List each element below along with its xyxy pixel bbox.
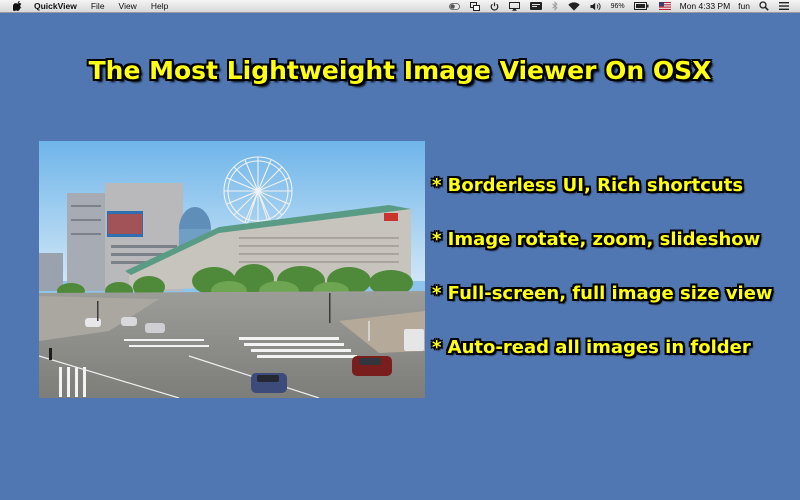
feature-item-rotate-zoom: * Image rotate, zoom, slideshow	[432, 229, 761, 250]
battery-percent: 96%	[610, 2, 625, 10]
flag-icon[interactable]	[658, 0, 671, 13]
menu-bar-left: QuickView File View Help	[0, 0, 182, 13]
list-icon[interactable]	[779, 0, 789, 13]
feature-item-auto-read: * Auto-read all images in folder	[432, 337, 751, 358]
help-menu[interactable]: Help	[151, 0, 168, 13]
power-icon[interactable]	[490, 0, 499, 13]
file-menu[interactable]: File	[91, 0, 105, 13]
feature-item-borderless: * Borderless UI, Rich shortcuts	[432, 175, 744, 196]
display-icon[interactable]	[529, 0, 542, 13]
menu-bar: QuickView File View Help 96% Mon 4:33 PM…	[0, 0, 800, 13]
city-photo-illustration	[39, 141, 425, 398]
app-menu[interactable]: QuickView	[34, 0, 77, 13]
search-icon[interactable]	[759, 0, 769, 13]
battery-icon[interactable]	[633, 0, 649, 13]
screens-icon[interactable]	[469, 0, 480, 13]
airplay-icon[interactable]	[508, 0, 520, 13]
menu-bar-status: 96% Mon 4:33 PM fun	[444, 0, 794, 13]
view-menu[interactable]: View	[119, 0, 137, 13]
bluetooth-icon[interactable]	[551, 0, 558, 13]
volume-icon[interactable]	[590, 0, 602, 13]
user-menu[interactable]: fun	[738, 0, 750, 13]
sample-photo	[39, 141, 425, 398]
clock[interactable]: Mon 4:33 PM	[680, 0, 731, 13]
toggle-icon[interactable]	[448, 0, 460, 13]
feature-item-fullscreen: * Full-screen, full image size view	[432, 283, 773, 304]
feature-list: * Borderless UI, Rich shortcuts * Image …	[432, 170, 773, 386]
apple-icon[interactable]	[12, 1, 22, 11]
headline: The Most Lightweight Image Viewer On OSX	[88, 56, 712, 85]
wifi-icon[interactable]	[567, 0, 580, 13]
